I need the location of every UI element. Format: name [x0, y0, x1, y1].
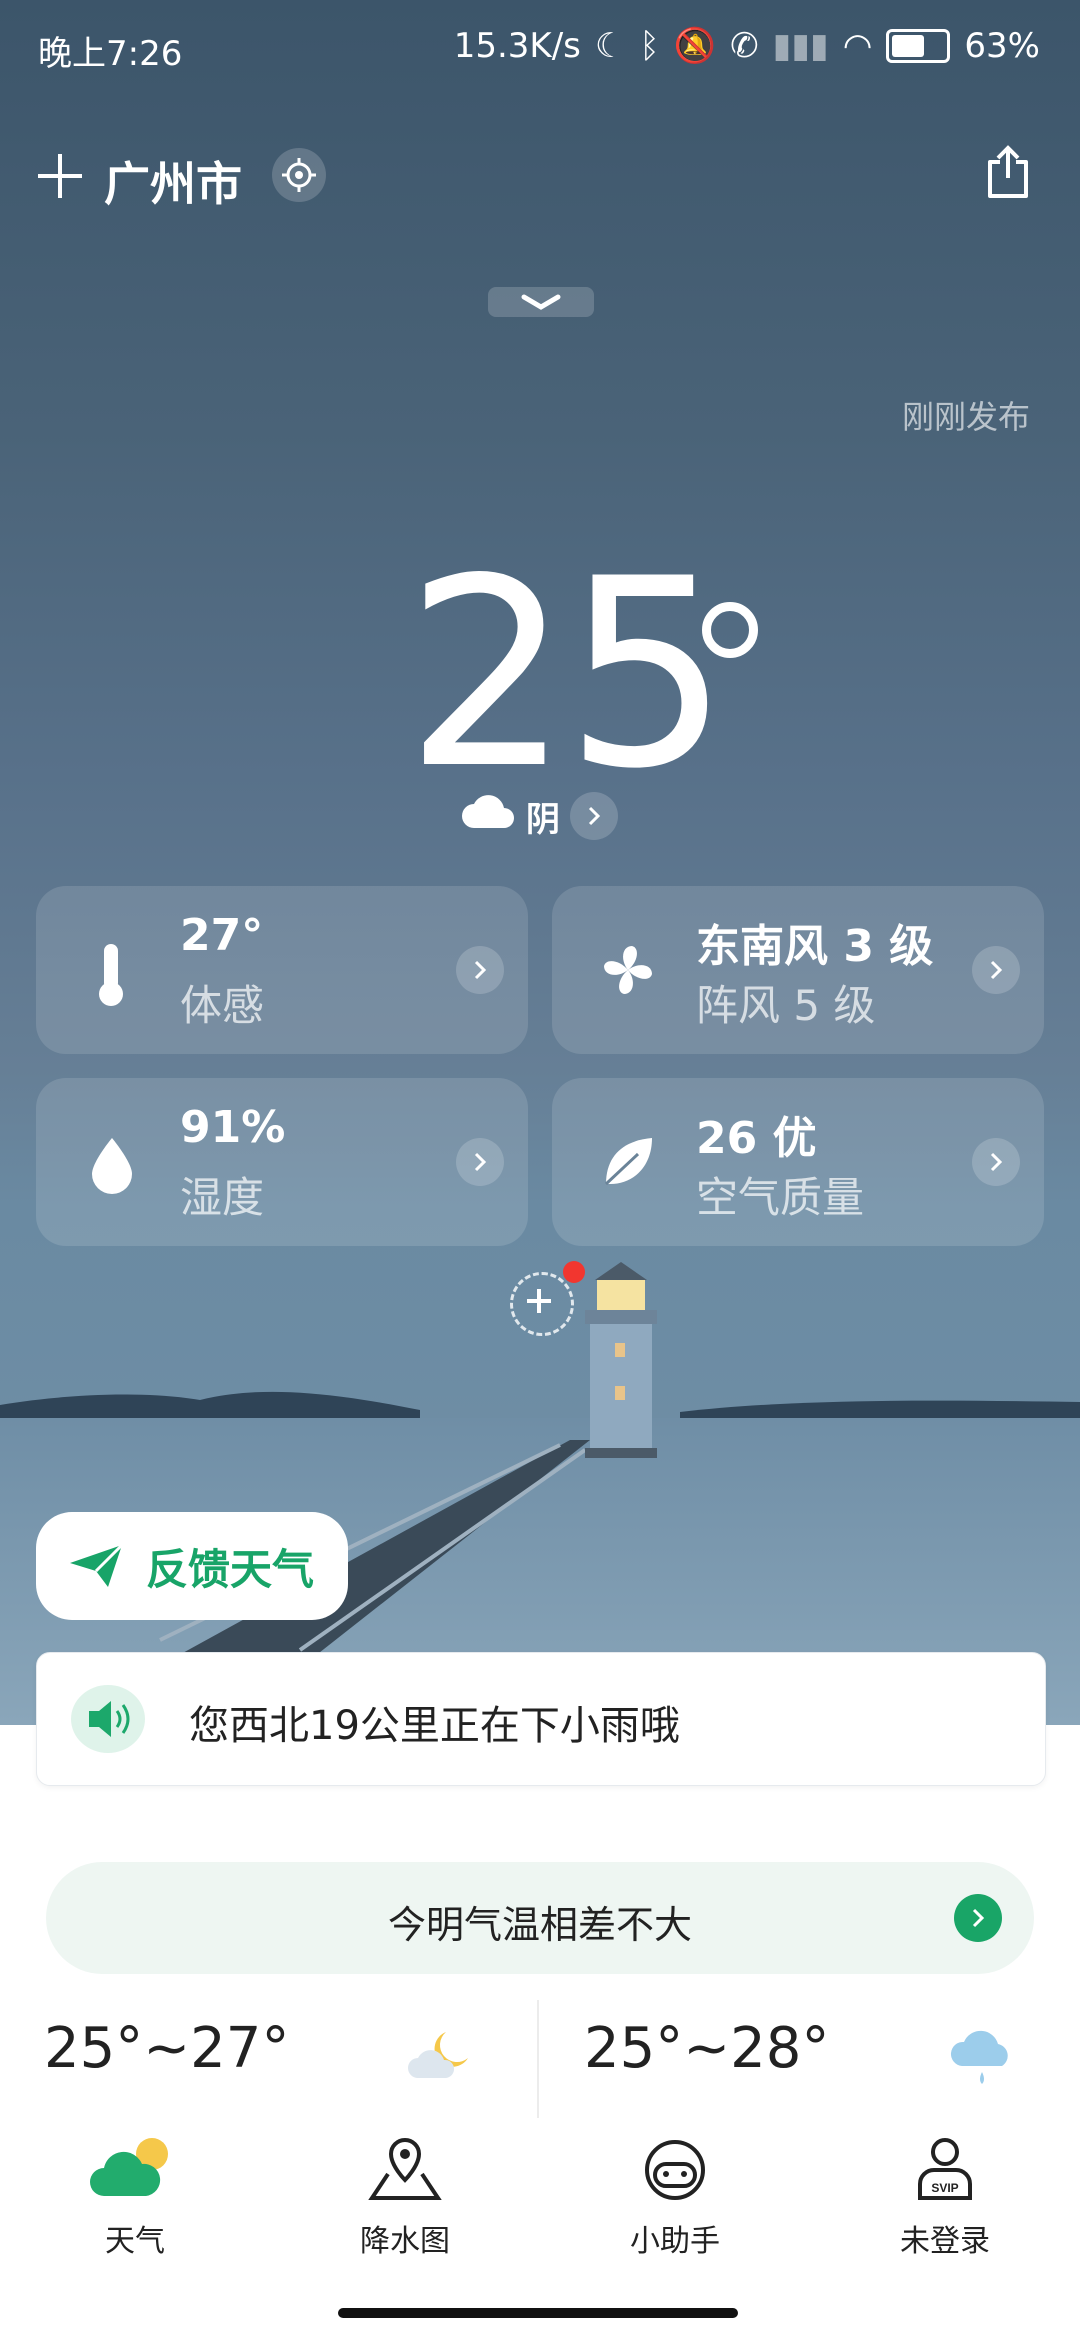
feedback-label: 反馈天气	[146, 1544, 315, 1594]
chevron-right-icon[interactable]	[954, 1894, 1002, 1942]
cloud-icon	[460, 794, 516, 839]
city-name[interactable]: 广州市	[104, 148, 242, 214]
daily-forecast: 25°~27° 25°~28°	[0, 2000, 1080, 2120]
wifi-icon: ◠	[842, 26, 873, 66]
today-range: 25°~27°	[44, 2016, 290, 2081]
chevron-right-icon[interactable]	[570, 792, 618, 840]
chevron-right-icon[interactable]	[456, 1138, 504, 1186]
chevron-right-icon[interactable]	[456, 946, 504, 994]
status-bar: 晚上7:26 15.3K/s ☾ ᛒ 🔕 ✆ ▮▮▮ ◠ 63%	[0, 0, 1080, 96]
forecast-divider	[537, 2000, 539, 2118]
fan-icon	[598, 940, 658, 1000]
current-temperature: 25	[405, 524, 730, 826]
condition-row[interactable]: 阴	[460, 790, 618, 842]
top-bar: 广州市	[0, 140, 1080, 220]
degree-symbol	[702, 602, 758, 658]
lighthouse-scene	[0, 1262, 1080, 1725]
signal-icon: ▮▮▮	[772, 26, 829, 66]
moon-icon: ☾	[594, 26, 626, 66]
wind-card[interactable]: 东南风 3 级 阵风 5 级	[552, 886, 1044, 1054]
assistant-icon	[645, 2140, 705, 2200]
share-icon[interactable]	[984, 144, 1032, 200]
call-icon: ✆	[730, 26, 759, 66]
add-city-icon[interactable]	[38, 154, 82, 198]
expand-handle[interactable]	[488, 287, 594, 317]
alert-text: 您西北19公里正在下小雨哦	[189, 1703, 680, 1749]
weather-background: 晚上7:26 15.3K/s ☾ ᛒ 🔕 ✆ ▮▮▮ ◠ 63% 广州市 刚刚发…	[0, 0, 1080, 1725]
chevron-right-icon[interactable]	[972, 1138, 1020, 1186]
published-time: 刚刚发布	[901, 398, 1030, 436]
add-widget-icon[interactable]	[510, 1261, 585, 1336]
bottom-navigation: 天气 降水图 小助手 SVIP 未登录	[0, 2118, 1080, 2340]
air-quality-card[interactable]: 26 优 空气质量	[552, 1078, 1044, 1246]
drop-icon	[82, 1132, 142, 1194]
home-indicator[interactable]	[338, 2308, 738, 2318]
air-quality-value: 26 优	[696, 1113, 817, 1164]
nav-precipitation-label: 降水图	[360, 2224, 450, 2259]
rain-alert-banner[interactable]: 您西北19公里正在下小雨哦	[36, 1652, 1046, 1786]
air-quality-label: 空气质量	[696, 1173, 865, 1222]
send-icon	[70, 1543, 124, 1587]
mute-icon: 🔕	[673, 26, 717, 66]
svip-user-icon: SVIP	[918, 2138, 972, 2200]
speaker-icon[interactable]	[71, 1685, 145, 1753]
feels-like-label: 体感	[180, 981, 265, 1030]
tomorrow-range: 25°~28°	[584, 2016, 830, 2081]
humidity-card[interactable]: 91% 湿度	[36, 1078, 528, 1246]
condition-text: 阴	[526, 799, 560, 840]
bluetooth-icon: ᛒ	[639, 26, 660, 66]
nav-assistant-label: 小助手	[630, 2224, 720, 2259]
nav-precipitation[interactable]: 降水图	[315, 2134, 495, 2260]
leaf-icon	[598, 1132, 658, 1192]
status-icons: 15.3K/s ☾ ᛒ 🔕 ✆ ▮▮▮ ◠ 63%	[454, 26, 1040, 66]
nav-weather-label: 天气	[105, 2224, 165, 2259]
nav-weather[interactable]: 天气	[45, 2134, 225, 2260]
status-time: 晚上7:26	[38, 34, 183, 74]
partly-cloudy-night-icon	[408, 2032, 468, 2078]
map-pin-icon	[368, 2137, 442, 2200]
gust-label: 阵风 5 级	[696, 981, 876, 1030]
nav-login[interactable]: SVIP 未登录	[855, 2134, 1035, 2260]
tip-text: 今明气温相差不大	[387, 1903, 692, 1947]
feels-like-card[interactable]: 27° 体感	[36, 886, 528, 1054]
humidity-label: 湿度	[180, 1173, 265, 1222]
temperature-tip[interactable]: 今明气温相差不大	[46, 1862, 1034, 1974]
network-speed: 15.3K/s	[453, 26, 581, 66]
wind-value: 东南风 3 级	[696, 921, 934, 972]
feels-like-value: 27°	[180, 910, 264, 961]
notification-dot	[563, 1261, 585, 1283]
weather-icon	[90, 2138, 168, 2196]
thermometer-icon	[82, 940, 142, 1006]
battery-level: 63%	[964, 26, 1040, 66]
svg-text:SVIP: SVIP	[931, 2181, 958, 2195]
rain-cloud-icon	[950, 2030, 1008, 2084]
location-icon[interactable]	[272, 148, 326, 202]
chevron-right-icon[interactable]	[972, 946, 1020, 994]
humidity-value: 91%	[180, 1102, 286, 1153]
nav-login-label: 未登录	[900, 2224, 990, 2259]
battery-icon	[886, 29, 951, 63]
feedback-weather-button[interactable]: 反馈天气	[36, 1512, 348, 1620]
nav-assistant[interactable]: 小助手	[585, 2134, 765, 2260]
